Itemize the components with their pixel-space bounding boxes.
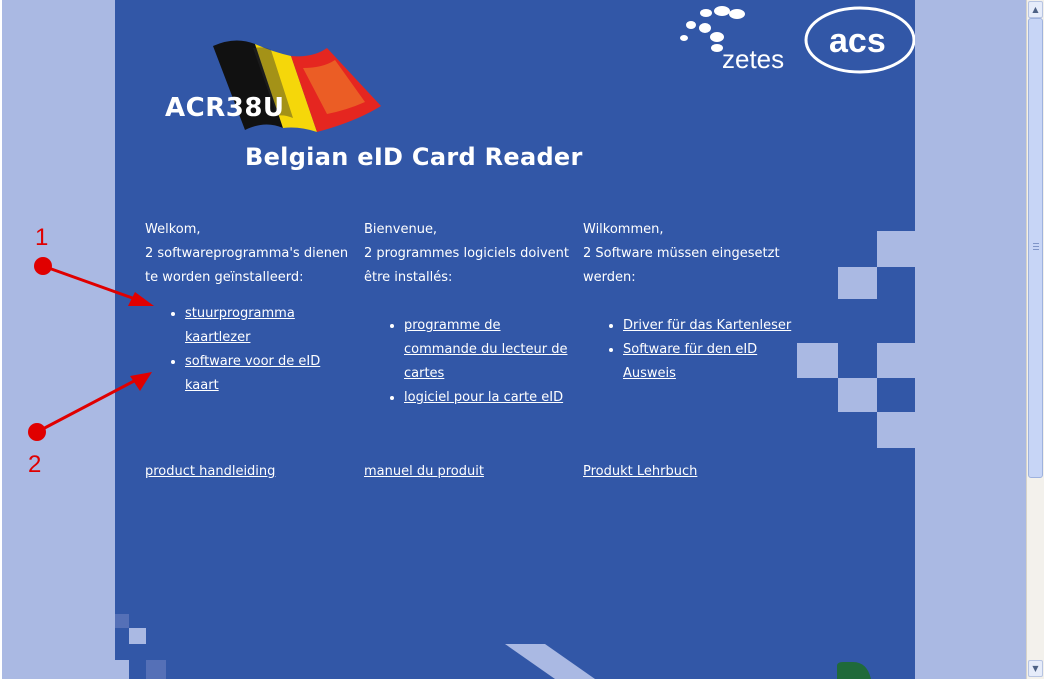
download-list: Driver für das Kartenleser Software für … [583, 314, 793, 386]
intro-line: 2 Software müssen eingesetzt [583, 246, 780, 261]
vertical-scrollbar[interactable]: ▲ ▼ [1026, 0, 1044, 679]
eid-software-link-de[interactable]: Software für den eID Ausweis [623, 342, 757, 381]
list-item: Software für den eID Ausweis [623, 338, 793, 386]
product-model: ACR38U [165, 93, 285, 123]
belgian-flag-icon [213, 40, 381, 132]
intro-line: être installés: [364, 270, 453, 285]
decor-square [838, 267, 877, 299]
list-item: stuurprogramma kaartlezer [185, 302, 355, 350]
manual-link-fr[interactable]: manuel du produit [364, 464, 484, 479]
annotation-number-two: 2 [28, 451, 42, 478]
decor-square [838, 378, 877, 412]
intro-line: Bienvenue, [364, 222, 438, 237]
list-item: logiciel pour la carte eID [404, 386, 574, 410]
acs-logo: acs [804, 6, 915, 74]
intro-line: werden: [583, 270, 636, 285]
manual-container-de: Produkt Lehrbuch [583, 460, 697, 484]
decor-square [146, 660, 166, 679]
scroll-up-icon[interactable]: ▲ [1028, 1, 1043, 18]
list-item: software voor de eID kaart [185, 350, 355, 398]
browser-viewport: ACR38U Belgian eID Card Reader zetes acs [0, 0, 1026, 679]
manual-container-nl: product handleiding [145, 460, 275, 484]
manual-container-fr: manuel du produit [364, 460, 484, 484]
decor-square [877, 412, 915, 448]
eid-software-link-nl[interactable]: software voor de eID kaart [185, 354, 320, 393]
decor-stripe [505, 644, 595, 679]
decor-corner-mark [837, 662, 871, 679]
partner-logos: zetes acs [680, 6, 915, 74]
content-panel: ACR38U Belgian eID Card Reader zetes acs [115, 0, 915, 679]
download-list: stuurprogramma kaartlezer software voor … [145, 302, 355, 398]
intro-line: 2 programmes logiciels doivent [364, 246, 570, 261]
list-item: programme de commande du lecteur de cart… [404, 314, 574, 386]
zetes-logo: zetes [680, 6, 784, 74]
intro-line: te worden geïnstalleerd: [145, 270, 304, 285]
svg-text:acs: acs [829, 22, 886, 60]
decor-square [115, 614, 129, 628]
scroll-down-icon[interactable]: ▼ [1028, 660, 1043, 677]
intro-line: Welkom, [145, 222, 201, 237]
column-german: Wilkommen, 2 Software müssen eingesetzt … [583, 218, 793, 386]
annotation-number-one: 1 [35, 224, 49, 251]
svg-text:zetes: zetes [722, 44, 784, 74]
decor-square [877, 343, 915, 378]
intro-line: 2 softwareprogramma's dienen [145, 246, 349, 261]
download-list: programme de commande du lecteur de cart… [364, 314, 574, 410]
column-french: Bienvenue, 2 programmes logiciels doiven… [364, 218, 574, 410]
intro-line: Wilkommen, [583, 222, 664, 237]
decor-square [877, 231, 915, 267]
page-title: Belgian eID Card Reader [245, 143, 583, 171]
column-dutch: Welkom, 2 softwareprogramma's dienen te … [145, 218, 355, 398]
manual-link-de[interactable]: Produkt Lehrbuch [583, 464, 697, 479]
scrollbar-thumb[interactable] [1028, 18, 1043, 478]
driver-link-nl[interactable]: stuurprogramma kaartlezer [185, 306, 295, 345]
driver-link-fr[interactable]: programme de commande du lecteur de cart… [404, 318, 567, 381]
decor-square [797, 343, 838, 378]
list-item: Driver für das Kartenleser [623, 314, 793, 338]
manual-link-nl[interactable]: product handleiding [145, 464, 275, 479]
driver-link-de[interactable]: Driver für das Kartenleser [623, 318, 791, 333]
decor-square [129, 628, 146, 644]
decor-square [115, 660, 129, 679]
eid-software-link-fr[interactable]: logiciel pour la carte eID [404, 390, 563, 405]
